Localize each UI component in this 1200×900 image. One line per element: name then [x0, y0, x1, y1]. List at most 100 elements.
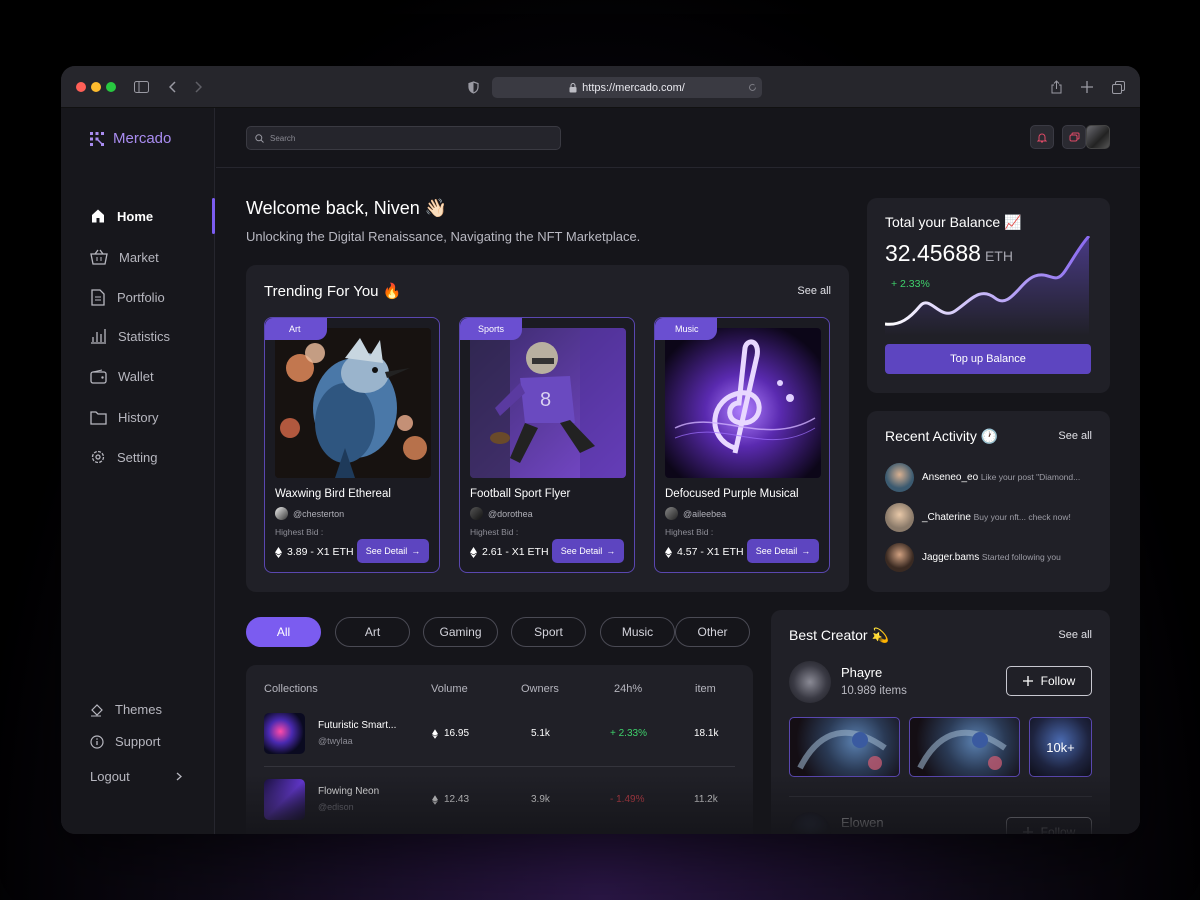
table-row[interactable]: Futuristic Smart... @twylaa 16.95 5.1k +… — [246, 705, 753, 765]
nft-card[interactable]: Art Waxwing Bird Ethereal @chesterton Hi… — [264, 317, 440, 573]
see-detail-button[interactable]: See Detail → — [747, 539, 819, 563]
top-up-balance-button[interactable]: Top up Balance — [885, 344, 1091, 374]
creator-handle: @chesterton — [293, 508, 345, 519]
maximize-window-button[interactable] — [106, 82, 116, 92]
logo[interactable]: Mercado — [89, 130, 171, 147]
column-header-24h: 24h% — [614, 683, 643, 695]
info-icon — [90, 734, 104, 749]
see-detail-label: See Detail — [560, 546, 603, 556]
creator-more-artworks[interactable]: 10k+ — [1029, 717, 1092, 777]
plus-icon — [1022, 676, 1033, 686]
activity-user: _Chaterine — [922, 512, 971, 523]
sidebar-item-statistics[interactable]: Statistics — [90, 328, 170, 344]
collection-user: @edison — [318, 802, 354, 812]
notification-button[interactable] — [1030, 125, 1054, 149]
trending-title: Trending For You 🔥 — [264, 283, 402, 300]
nft-card[interactable]: Music Defocused Purple Musical @aileebea… — [654, 317, 830, 573]
user-avatar[interactable] — [1086, 125, 1110, 149]
messages-button[interactable] — [1062, 125, 1086, 149]
card-creator[interactable]: @chesterton — [275, 507, 344, 520]
sidebar-item-portfolio[interactable]: Portfolio — [90, 289, 165, 306]
activity-item[interactable]: Anseneo_eo Like your post "Diamond... — [885, 463, 1080, 492]
search-box[interactable] — [246, 126, 561, 150]
card-creator[interactable]: @dorothea — [470, 507, 533, 520]
arrow-right-icon: → — [606, 546, 616, 556]
topbar — [216, 108, 1140, 168]
table-row[interactable]: Flowing Neon @edison 12.43 3.9k - 1.49% … — [246, 771, 753, 831]
folder-icon — [90, 411, 107, 425]
creator-name[interactable]: Phayre — [841, 665, 882, 680]
column-header-collections: Collections — [264, 683, 318, 695]
tab-overview-icon[interactable] — [1109, 78, 1127, 96]
sidebar-item-wallet[interactable]: Wallet — [90, 369, 154, 384]
trending-see-all-link[interactable]: See all — [797, 285, 831, 297]
activity-item[interactable]: _Chaterine Buy your nft... check now! — [885, 503, 1071, 532]
activity-title: Recent Activity 🕐 — [885, 428, 999, 444]
back-icon[interactable] — [164, 78, 182, 96]
url-text: https://mercado.com/ — [582, 81, 685, 94]
close-window-button[interactable] — [76, 82, 86, 92]
support-button[interactable]: Support — [90, 734, 161, 749]
creator-avatar — [665, 507, 678, 520]
new-tab-icon[interactable] — [1078, 78, 1096, 96]
logout-button[interactable]: Logout — [90, 769, 182, 784]
sidebar-item-home[interactable]: Home — [90, 208, 153, 224]
activity-avatar — [885, 463, 914, 492]
follow-button[interactable]: Follow — [1006, 666, 1092, 696]
brand-name: Mercado — [113, 130, 172, 147]
filter-other[interactable]: Other — [675, 617, 750, 647]
creator-avatar[interactable] — [789, 661, 831, 703]
activity-item[interactable]: Jagger.bams Started following you — [885, 543, 1061, 572]
activity-see-all-link[interactable]: See all — [1058, 430, 1092, 442]
filter-all[interactable]: All — [246, 617, 321, 647]
nft-image-football: 8 — [470, 328, 626, 478]
share-icon[interactable] — [1047, 78, 1065, 96]
follow-label: Follow — [1040, 825, 1076, 834]
search-icon — [255, 133, 264, 143]
filter-art[interactable]: Art — [335, 617, 410, 647]
sidebar-item-history[interactable]: History — [90, 410, 158, 425]
collections-table: Collections Volume Owners 24h% item Futu… — [246, 665, 753, 834]
nft-image-bird — [275, 328, 431, 478]
search-input[interactable] — [270, 133, 530, 143]
row-divider — [264, 766, 735, 767]
home-icon — [92, 209, 104, 223]
creator-artwork[interactable] — [909, 717, 1020, 777]
address-bar[interactable]: https://mercado.com/ — [492, 77, 762, 98]
logo-icon — [90, 131, 104, 146]
collection-name: Flowing Neon — [318, 786, 380, 797]
nft-card[interactable]: 8 Sports Football Sport Flyer @dorothea … — [459, 317, 635, 573]
nft-image-music — [665, 328, 821, 478]
reload-icon[interactable] — [748, 83, 757, 92]
more-count: 10k+ — [1046, 739, 1075, 755]
best-creator-title: Best Creator 💫 — [789, 627, 889, 643]
bar-chart-icon — [91, 329, 106, 344]
minimize-window-button[interactable] — [91, 82, 101, 92]
collection-owners: 5.1k — [531, 728, 550, 739]
collection-user: @twylaa — [318, 736, 353, 746]
creator-see-all-link[interactable]: See all — [1058, 629, 1092, 641]
creator-artwork[interactable] — [789, 717, 900, 777]
sidebar-toggle-icon[interactable] — [132, 78, 150, 96]
filter-sport[interactable]: Sport — [511, 617, 586, 647]
follow-button[interactable]: Follow — [1006, 817, 1092, 834]
creator-avatar[interactable] — [789, 812, 831, 834]
forward-icon[interactable] — [189, 78, 207, 96]
filter-gaming[interactable]: Gaming — [423, 617, 498, 647]
filter-music[interactable]: Music — [600, 617, 675, 647]
see-detail-button[interactable]: See Detail → — [357, 539, 429, 563]
sidebar-item-market[interactable]: Market — [90, 249, 159, 265]
card-title: Football Sport Flyer — [470, 488, 571, 500]
creator-handle: @dorothea — [488, 508, 533, 519]
sidebar-item-setting[interactable]: Setting — [90, 449, 157, 465]
creator-name[interactable]: Elowen — [841, 815, 884, 830]
collection-change: - 1.49% — [610, 794, 645, 805]
bell-icon — [1037, 133, 1047, 142]
themes-button[interactable]: Themes — [90, 702, 162, 717]
card-creator[interactable]: @aileebea — [665, 507, 726, 520]
highest-bid-label: Highest Bid : — [470, 527, 519, 537]
shield-icon[interactable] — [464, 78, 482, 96]
see-detail-button[interactable]: See Detail → — [552, 539, 624, 563]
chevron-right-icon — [176, 772, 182, 781]
sidebar-item-label: Wallet — [118, 369, 154, 384]
